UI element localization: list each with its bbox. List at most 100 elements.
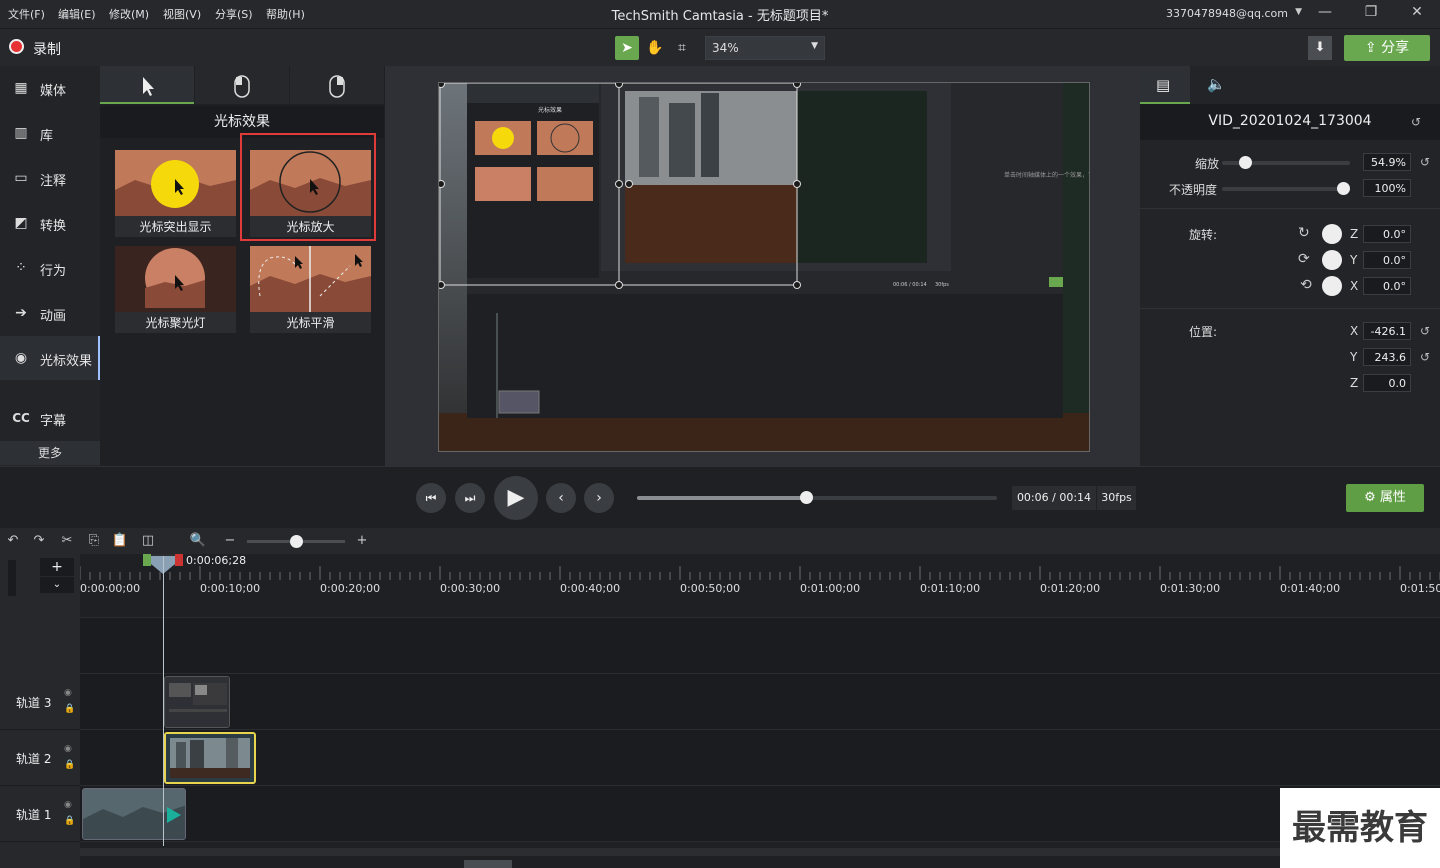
reset-icon[interactable]: ↺ — [1420, 324, 1430, 338]
clip-screen-recording[interactable] — [164, 676, 230, 728]
tab-right-click[interactable] — [290, 66, 384, 104]
playback-scrubber[interactable] — [637, 491, 997, 504]
account-menu[interactable]: 3370478948@qq.com — [1166, 7, 1288, 20]
effect-cursor-spotlight[interactable]: 光标聚光灯 — [115, 246, 236, 333]
eye-icon[interactable]: ◉ — [64, 800, 72, 810]
tab-audio-properties[interactable]: 🔈 — [1191, 66, 1241, 104]
rotation-z-dial[interactable] — [1322, 224, 1342, 244]
tab-cursor[interactable] — [100, 66, 194, 104]
cut-icon[interactable]: ✂ — [58, 532, 76, 550]
reset-icon[interactable]: ↺ — [1420, 350, 1430, 364]
play-button[interactable]: ▶ — [494, 476, 538, 520]
captions-icon: CC — [12, 411, 30, 425]
mouse-right-icon — [329, 75, 345, 98]
add-track-button[interactable]: + — [40, 558, 74, 576]
paste-icon[interactable]: 📋 — [111, 532, 129, 550]
sidebar-item-transition[interactable]: ◩ 转换 — [0, 201, 100, 245]
minimize-button[interactable]: — — [1314, 4, 1336, 24]
clip-thumbnail — [83, 789, 185, 839]
crop-tool-button[interactable]: ⌗ — [670, 36, 694, 60]
lock-icon[interactable]: 🔒 — [64, 816, 75, 826]
sidebar-item-annotation[interactable]: ▭ 注释 — [0, 156, 100, 200]
track-3[interactable] — [80, 674, 1440, 730]
preview-canvas[interactable]: 单击时间轴媒体上的一个效果，可查看其属性。 光标效果 00:06 / 00:14… — [438, 82, 1090, 452]
copy-icon[interactable]: ⎘ — [85, 532, 103, 550]
collapse-tracks-button[interactable]: ⌄ — [40, 577, 74, 593]
record-icon[interactable] — [9, 39, 24, 54]
track-header-1[interactable]: 轨道 1 ◉ 🔒 — [0, 786, 80, 842]
clip-video-selected[interactable] — [164, 732, 256, 784]
select-tool-button[interactable]: ➤ — [615, 36, 639, 60]
pan-tool-button[interactable]: ✋ — [643, 36, 667, 60]
sidebar-item-animation[interactable]: ➔ 动画 — [0, 291, 100, 335]
undo-icon[interactable]: ↶ — [4, 532, 22, 550]
rotation-x-input[interactable]: 0.0° — [1363, 277, 1411, 295]
sidebar-item-media[interactable]: ▦ 媒体 — [0, 66, 100, 110]
record-button[interactable]: 录制 — [33, 39, 61, 59]
tab-visual-properties[interactable]: ▤ — [1140, 66, 1190, 104]
scrollbar-thumb[interactable] — [464, 860, 512, 868]
sidebar-item-cursor-effects[interactable]: ◉ 光标效果 — [0, 336, 100, 380]
rotation-y-dial[interactable] — [1322, 250, 1342, 270]
restore-button[interactable]: ❐ — [1360, 4, 1382, 24]
opacity-slider-knob[interactable] — [1337, 182, 1350, 195]
share-button[interactable]: ⇪ 分享 — [1344, 35, 1430, 61]
rotation-z-input[interactable]: 0.0° — [1363, 225, 1411, 243]
download-button[interactable]: ⬇ — [1308, 36, 1332, 60]
timeline-ruler[interactable]: 0:00:00;00 0:00:10;00 0:00:20;00 0:00:30;00… — [79, 554, 1440, 596]
position-x-input[interactable]: -426.1 — [1363, 322, 1411, 340]
horizontal-scrollbar[interactable] — [80, 848, 1280, 856]
sidebar-item-behavior[interactable]: ⁘ 行为 — [0, 246, 100, 290]
lock-icon[interactable]: 🔒 — [64, 704, 75, 714]
zoom-icon[interactable]: 🔍 — [189, 532, 207, 550]
reset-icon[interactable]: ↺ — [1411, 115, 1421, 129]
rotation-y-input[interactable]: 0.0° — [1363, 251, 1411, 269]
rotation-x-dial[interactable] — [1322, 276, 1342, 296]
timeline-zoom-knob[interactable] — [290, 535, 303, 548]
timeline-zoom-slider[interactable] — [247, 535, 345, 548]
clip-background-video[interactable] — [82, 788, 186, 840]
zoom-select[interactable]: 34% ▼ — [705, 36, 825, 60]
scale-slider[interactable] — [1222, 156, 1350, 169]
eye-icon[interactable]: ◉ — [64, 744, 72, 754]
more-button[interactable]: 更多 — [0, 441, 100, 465]
sidebar-item-label: 媒体 — [40, 84, 67, 99]
redo-icon[interactable]: ↷ — [30, 532, 48, 550]
scrubber-knob[interactable] — [800, 491, 814, 504]
opacity-input[interactable]: 100% — [1363, 179, 1411, 197]
eye-icon[interactable]: ◉ — [64, 688, 72, 698]
selection-highlight-box — [240, 133, 376, 241]
zoom-in-icon[interactable]: + — [353, 532, 371, 550]
properties-button[interactable]: ⚙ 属性 — [1346, 484, 1424, 512]
next-marker-button[interactable]: › — [584, 483, 614, 513]
step-back-button[interactable]: ⏮ — [416, 483, 446, 513]
track-empty[interactable] — [80, 618, 1440, 674]
track-height-slider[interactable] — [8, 560, 16, 596]
previous-marker-button[interactable]: ‹ — [546, 483, 576, 513]
track-header-3[interactable]: 轨道 3 ◉ 🔒 — [0, 674, 80, 730]
track-header-2[interactable]: 轨道 2 ◉ 🔒 — [0, 730, 80, 786]
sidebar-item-captions[interactable]: CC 字幕 — [0, 396, 100, 440]
zoom-out-icon[interactable]: − — [221, 532, 239, 550]
scale-slider-knob[interactable] — [1239, 156, 1253, 169]
scale-input[interactable]: 54.9% — [1363, 153, 1411, 171]
speaker-icon: 🔈 — [1207, 75, 1226, 93]
position-z-input[interactable]: 0.0 — [1363, 374, 1411, 392]
range-start-marker[interactable] — [143, 554, 151, 566]
opacity-slider[interactable] — [1222, 182, 1350, 195]
effect-cursor-smoothing[interactable]: 光标平滑 — [250, 246, 371, 333]
track-2[interactable] — [80, 730, 1440, 786]
close-button[interactable]: ✕ — [1406, 4, 1428, 24]
reset-icon[interactable]: ↺ — [1420, 155, 1430, 169]
account-chevron-icon[interactable]: ▼ — [1295, 7, 1302, 17]
tab-left-click[interactable] — [195, 66, 289, 104]
range-end-marker[interactable] — [175, 554, 183, 566]
lock-icon[interactable]: 🔒 — [64, 760, 75, 770]
track-1[interactable] — [80, 786, 1440, 842]
scale-label: 缩放 — [1195, 157, 1220, 171]
effect-cursor-highlight[interactable]: 光标突出显示 — [115, 150, 236, 237]
step-forward-button[interactable]: ⏭ — [455, 483, 485, 513]
position-y-input[interactable]: 243.6 — [1363, 348, 1411, 366]
sidebar-item-library[interactable]: ▥ 库 — [0, 111, 100, 155]
split-icon[interactable]: ◫ — [139, 532, 157, 550]
